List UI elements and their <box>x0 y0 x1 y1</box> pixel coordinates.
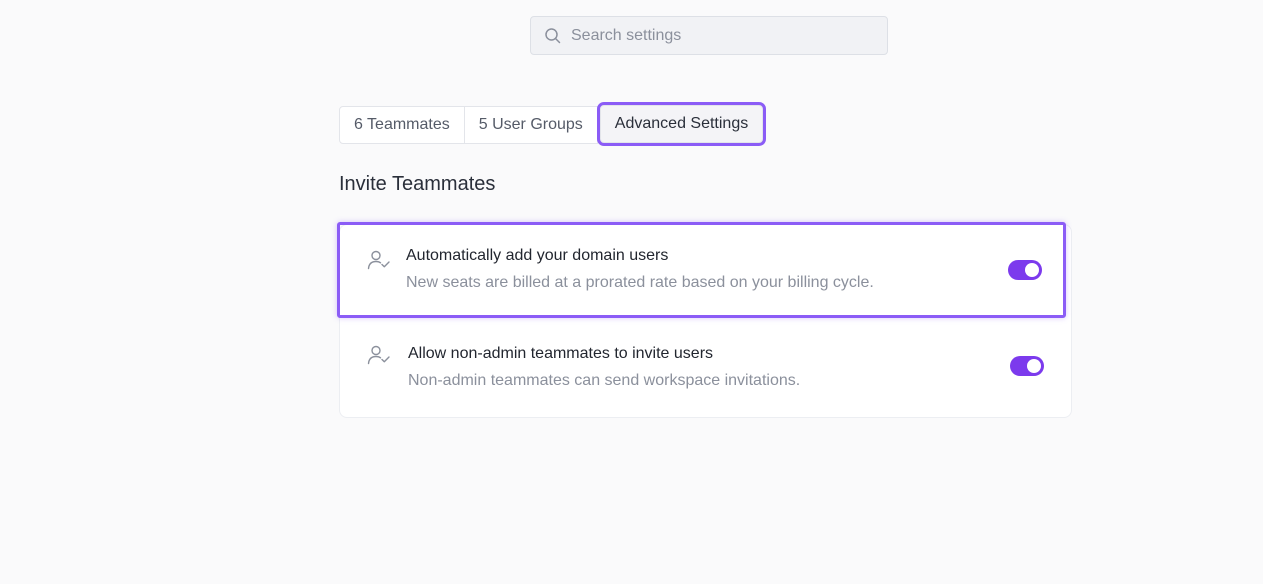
tab-teammates[interactable]: 6 Teammates <box>339 106 465 144</box>
toggle-knob <box>1027 359 1041 373</box>
tab-advanced-settings[interactable]: Advanced Settings <box>596 102 767 146</box>
auto-add-domain-users-toggle[interactable] <box>1008 260 1042 280</box>
user-check-icon <box>367 344 391 366</box>
search-icon <box>544 27 562 45</box>
search-input[interactable] <box>571 26 871 45</box>
setting-description: Non-admin teammates can send workspace i… <box>408 372 801 389</box>
tab-bar: 6 Teammates 5 User Groups Advanced Setti… <box>339 102 767 146</box>
section-title: Invite Teammates <box>339 173 496 195</box>
settings-card: Automatically add your domain users New … <box>337 222 1072 418</box>
non-admin-invite-toggle[interactable] <box>1010 356 1044 376</box>
user-check-icon <box>367 249 391 271</box>
setting-title: Automatically add your domain users <box>406 247 669 264</box>
setting-row-non-admin-invite: Allow non-admin teammates to invite user… <box>340 320 1071 414</box>
toggle-knob <box>1025 263 1039 277</box>
tab-user-groups[interactable]: 5 User Groups <box>464 106 598 144</box>
setting-row-auto-add-domain-users: Automatically add your domain users New … <box>337 222 1066 318</box>
search-bar[interactable] <box>530 16 888 55</box>
setting-description: New seats are billed at a prorated rate … <box>406 274 874 291</box>
setting-title: Allow non-admin teammates to invite user… <box>408 345 714 362</box>
